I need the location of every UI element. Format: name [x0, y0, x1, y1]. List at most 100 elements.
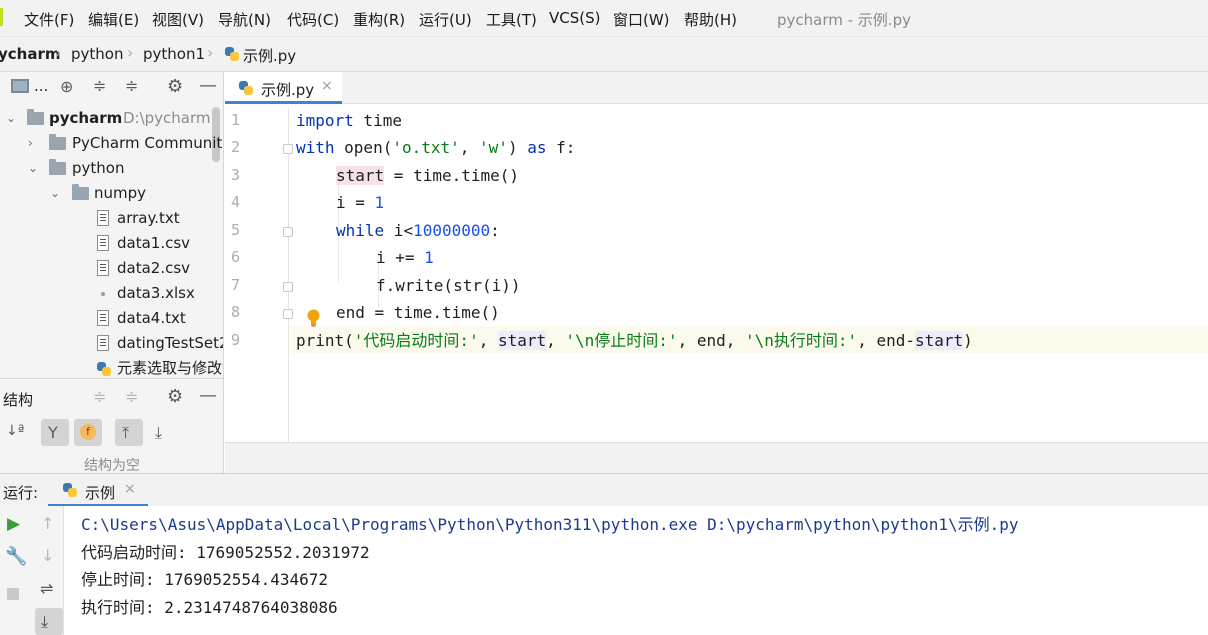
- chevron-down-icon[interactable]: ⌄: [50, 181, 60, 206]
- code-editor[interactable]: 示例.py × 1 2 3 4 5 6 7 8 9 import time wi…: [225, 72, 1208, 442]
- tree-item-python-script[interactable]: 元素选取与修改.: [0, 356, 223, 378]
- chevron-right-icon: ›: [207, 43, 214, 62]
- scroll-to-end-icon: ⤓: [41, 612, 49, 631]
- project-panel: ... ⊕ ≑ ≑ ⚙ — ⌄ pycharm D:\pycharm › PyC…: [0, 72, 224, 378]
- breadcrumb-python1[interactable]: python1: [143, 45, 205, 63]
- show-functions-button[interactable]: f: [74, 419, 102, 446]
- menu-help[interactable]: 帮助(H): [684, 9, 737, 30]
- close-icon[interactable]: ×: [321, 78, 333, 94]
- expand-all-icon[interactable]: ≑: [93, 76, 106, 95]
- folder-icon: [49, 159, 66, 175]
- project-view-label[interactable]: ...: [34, 77, 48, 95]
- code-token: ,: [546, 331, 566, 350]
- soft-wrap-icon[interactable]: ⇌: [40, 579, 53, 598]
- tree-item-pycharm[interactable]: ⌄ pycharm D:\pycharm: [0, 106, 223, 131]
- code-token: ,: [478, 331, 498, 350]
- editor-status-strip: [225, 442, 1208, 473]
- minimize-icon[interactable]: —: [199, 75, 217, 96]
- tree-item-python[interactable]: ⌄ python: [0, 156, 223, 181]
- code-token: import: [296, 111, 354, 130]
- fold-icon[interactable]: [283, 144, 293, 154]
- chevron-down-icon[interactable]: ⌄: [28, 156, 38, 181]
- code-line-5: while i<10000000:: [336, 217, 500, 244]
- menu-vcs[interactable]: VCS(S): [549, 9, 600, 27]
- menu-navigate[interactable]: 导航(N): [218, 9, 271, 30]
- gear-icon[interactable]: ⚙: [167, 76, 183, 97]
- fold-icon[interactable]: [283, 282, 293, 292]
- console-line: 代码启动时间: 1769052552.2031972: [81, 543, 370, 562]
- menu-refactor[interactable]: 重构(R): [353, 9, 405, 30]
- run-tab-label: 示例: [85, 484, 116, 502]
- menu-code[interactable]: 代码(C): [287, 9, 339, 30]
- tree-item-path: D:\pycharm: [123, 109, 211, 127]
- menu-window[interactable]: 窗口(W): [613, 9, 670, 30]
- code-token: ): [507, 138, 528, 157]
- arrow-up-icon[interactable]: ↑: [41, 514, 54, 533]
- code-line-4: i = 1: [336, 189, 384, 216]
- tree-item-label: datingTestSet2: [117, 334, 224, 352]
- minimize-icon[interactable]: —: [199, 385, 217, 406]
- rerun-icon[interactable]: ▶: [7, 514, 20, 534]
- gear-icon[interactable]: ⚙: [167, 386, 183, 407]
- line-number: 5: [231, 221, 241, 239]
- folder-icon: [72, 184, 89, 200]
- breadcrumb-file[interactable]: 示例.py: [243, 45, 296, 66]
- stop-icon[interactable]: [7, 588, 19, 600]
- code-token: '\n停止时间:': [565, 331, 678, 350]
- code-token: '\n执行时间:': [745, 331, 858, 350]
- run-label: 运行:: [3, 484, 39, 502]
- menu-view[interactable]: 视图(V): [152, 9, 204, 30]
- close-icon[interactable]: ×: [124, 481, 136, 497]
- navigate-down-button[interactable]: ⤓: [148, 419, 176, 446]
- run-panel-header: 运行: 示例 ×: [0, 473, 1208, 507]
- run-tab-example[interactable]: 示例 ×: [48, 474, 148, 507]
- code-token: 'o.txt': [392, 138, 460, 157]
- fold-icon[interactable]: [283, 227, 293, 237]
- tree-item-label: array.txt: [117, 209, 180, 227]
- tree-item-data1-csv[interactable]: data1.csv: [0, 231, 223, 256]
- lightbulb-icon[interactable]: [307, 309, 320, 327]
- tree-item-data4-txt[interactable]: data4.txt: [0, 306, 223, 331]
- breadcrumb-python[interactable]: python: [71, 45, 123, 63]
- function-icon: f: [80, 424, 96, 440]
- sort-alpha-icon[interactable]: ↓ª: [6, 423, 24, 439]
- scroll-to-end-button[interactable]: ⤓: [35, 608, 63, 635]
- tree-item-data2-csv[interactable]: data2.csv: [0, 256, 223, 281]
- menu-file[interactable]: 文件(F): [24, 9, 74, 30]
- project-view-icon[interactable]: [11, 79, 29, 93]
- tree-item-numpy[interactable]: ⌄ numpy: [0, 181, 223, 206]
- tree-item-pycharm-community[interactable]: › PyCharm Community: [0, 131, 223, 156]
- menu-run[interactable]: 运行(U): [419, 9, 472, 30]
- wrench-icon[interactable]: 🔧: [5, 546, 27, 567]
- filter-icon: Y: [48, 423, 58, 442]
- locate-icon[interactable]: ⊕: [60, 77, 73, 96]
- chevron-down-icon[interactable]: ⌄: [6, 106, 16, 131]
- line-number: 4: [231, 193, 241, 211]
- text-file-icon: [97, 310, 109, 326]
- line-number: 6: [231, 248, 241, 266]
- tree-item-data3-xlsx[interactable]: data3.xlsx: [0, 281, 223, 306]
- chevron-right-icon[interactable]: ›: [28, 131, 33, 156]
- fold-icon[interactable]: [283, 309, 293, 319]
- run-console[interactable]: C:\Users\Asus\AppData\Local\Programs\Pyt…: [64, 506, 1208, 635]
- collapse-all-icon[interactable]: ≑: [125, 76, 138, 95]
- python-file-icon: [238, 80, 254, 96]
- console-line: 停止时间: 1769052554.434672: [81, 570, 329, 589]
- menu-tools[interactable]: 工具(T): [486, 9, 537, 30]
- tab-example-py[interactable]: 示例.py ×: [225, 72, 342, 104]
- tree-item-label: data3.xlsx: [117, 284, 195, 302]
- menu-edit[interactable]: 编辑(E): [88, 9, 139, 30]
- text-file-icon: [97, 235, 109, 251]
- expand-all-icon: ≑: [93, 387, 107, 406]
- code-line-8: end = time.time(): [336, 299, 500, 326]
- arrow-down-icon[interactable]: ↓: [41, 546, 54, 565]
- code-line-3: start = time.time(): [336, 162, 519, 189]
- breadcrumb-project[interactable]: ycharm: [0, 45, 61, 63]
- window-title: pycharm - 示例.py: [777, 11, 911, 29]
- code-token: , end-: [857, 331, 915, 350]
- tree-item-array-txt[interactable]: array.txt: [0, 206, 223, 231]
- show-fields-button[interactable]: Y: [41, 419, 69, 446]
- navigate-up-button[interactable]: ⤒: [115, 419, 143, 446]
- code-token: ,: [459, 138, 480, 157]
- tree-item-datingtestset2[interactable]: datingTestSet2: [0, 331, 224, 356]
